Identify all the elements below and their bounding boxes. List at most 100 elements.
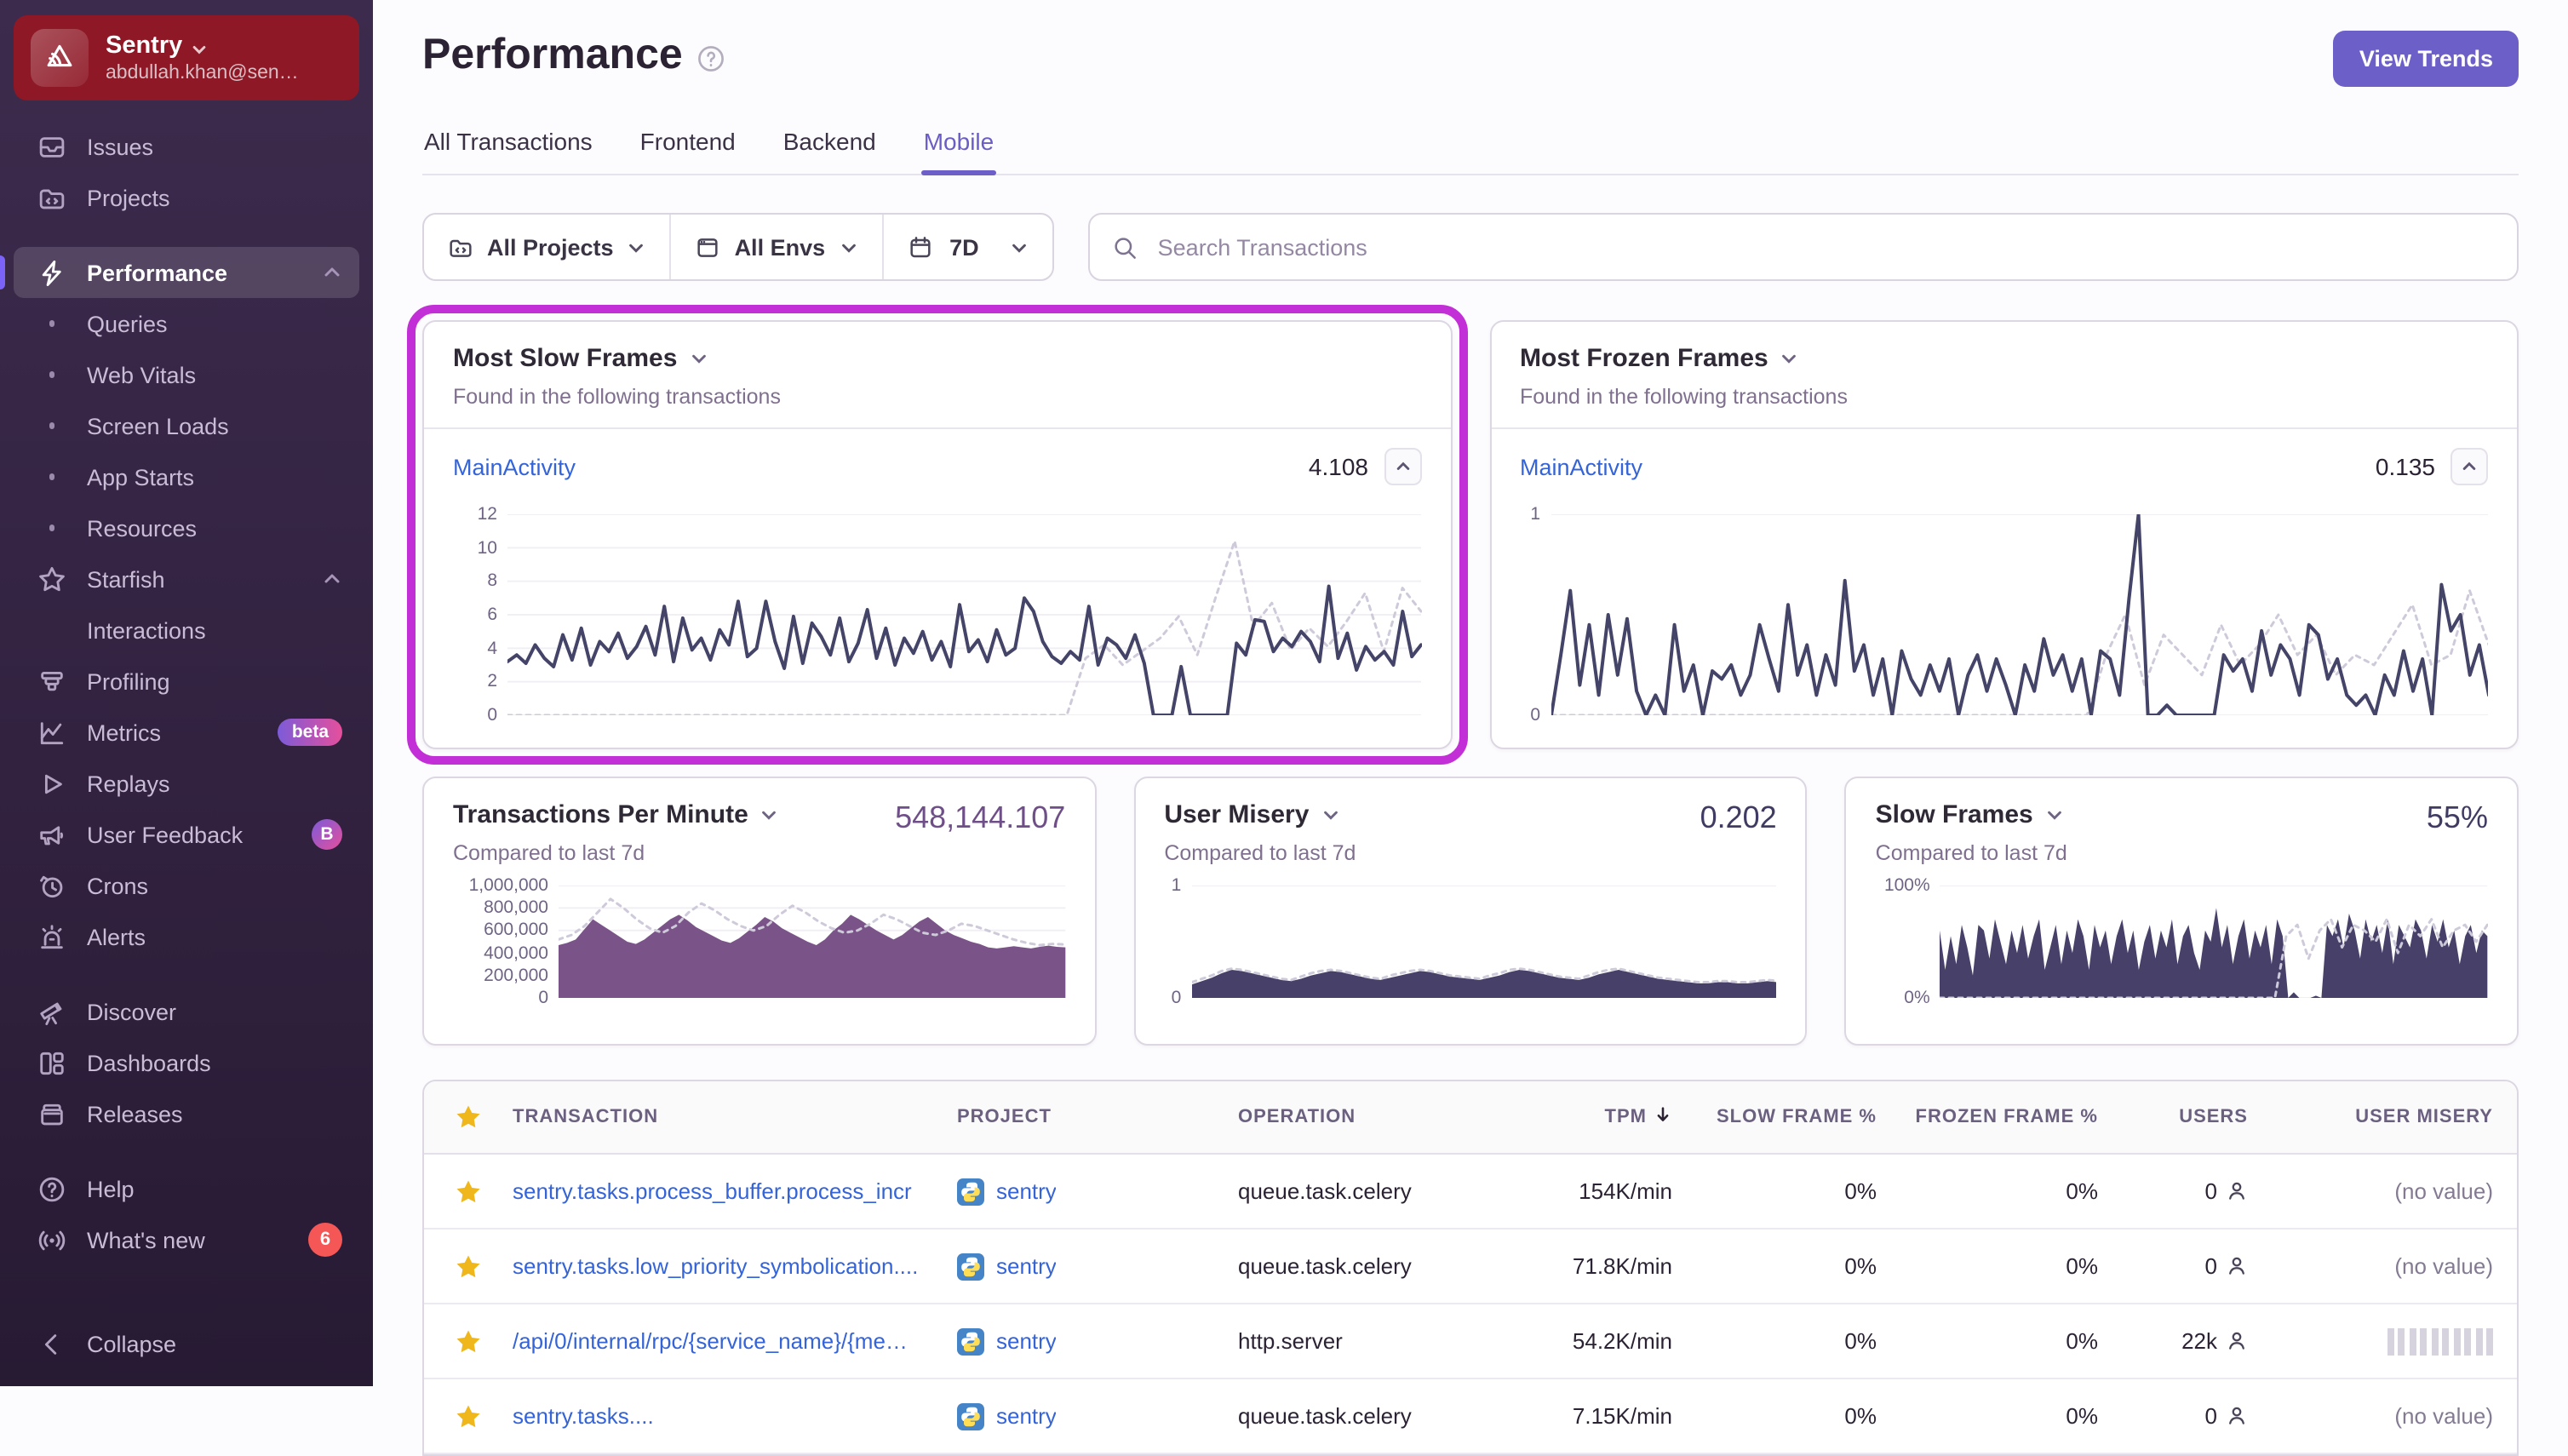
- transaction-value: 4.108: [1308, 453, 1368, 480]
- col-transaction[interactable]: TRANSACTION: [513, 1085, 957, 1149]
- sidebar-item-alerts[interactable]: Alerts: [14, 911, 359, 962]
- sidebar-item-replays[interactable]: Replays: [14, 758, 359, 809]
- col-operation[interactable]: OPERATION: [1238, 1085, 1493, 1149]
- col-frozen-frame[interactable]: FROZEN FRAME %: [1877, 1085, 2098, 1149]
- chevron-left-icon: [37, 1329, 66, 1358]
- misery-cell: (no value): [2248, 1178, 2517, 1204]
- project-link[interactable]: sentry: [996, 1403, 1057, 1429]
- frozen-frame-cell: 0%: [2066, 1403, 2098, 1429]
- sentry-logo-icon: [31, 29, 89, 87]
- search-input[interactable]: [1154, 232, 2495, 261]
- user-misery-title[interactable]: User Misery: [1164, 800, 1356, 829]
- replays-icon: [37, 769, 66, 798]
- users-cell: 0: [2098, 1253, 2248, 1279]
- slow-frames-title[interactable]: Slow Frames: [1876, 800, 2067, 829]
- sidebar-item-help[interactable]: Help: [14, 1163, 359, 1214]
- sidebar-item-performance[interactable]: Performance: [0, 247, 359, 298]
- environment-filter[interactable]: All Envs: [669, 215, 882, 279]
- sidebar-item-app-starts[interactable]: App Starts: [14, 451, 359, 502]
- slow-frames-chart[interactable]: 100% 0%: [1876, 875, 2488, 1008]
- sidebar-item-user-feedback[interactable]: User Feedback B: [14, 809, 359, 860]
- tpm-cell: 71.8K/min: [1572, 1253, 1672, 1279]
- star-icon[interactable]: [455, 1178, 482, 1205]
- sidebar-item-releases[interactable]: Releases: [14, 1088, 359, 1139]
- col-project[interactable]: PROJECT: [957, 1085, 1238, 1149]
- star-icon[interactable]: [455, 1327, 482, 1355]
- col-user-misery[interactable]: USER MISERY: [2248, 1085, 2517, 1149]
- star-icon[interactable]: [455, 1103, 482, 1131]
- sidebar-item-crons[interactable]: Crons: [14, 860, 359, 911]
- python-project-icon: [957, 1402, 984, 1430]
- sidebar-item-starfish[interactable]: Starfish: [14, 553, 359, 605]
- date-range-filter[interactable]: 7D: [881, 215, 1052, 279]
- sidebar-item-dashboards[interactable]: Dashboards: [14, 1037, 359, 1088]
- tab-all-transactions[interactable]: All Transactions: [422, 128, 594, 174]
- chevron-down-icon: [191, 37, 208, 54]
- sidebar-item-interactions[interactable]: Interactions: [14, 605, 359, 656]
- collapse-row-button[interactable]: [2450, 448, 2488, 485]
- col-slow-frame[interactable]: SLOW FRAME %: [1672, 1085, 1877, 1149]
- user-misery-value: 0.202: [1700, 800, 1777, 834]
- view-trends-button[interactable]: View Trends: [2333, 31, 2519, 87]
- star-icon[interactable]: [455, 1253, 482, 1280]
- sidebar-item-resources[interactable]: Resources: [14, 502, 359, 553]
- project-filter[interactable]: All Projects: [424, 215, 670, 279]
- sidebar-item-queries[interactable]: Queries: [14, 298, 359, 349]
- alerts-icon: [37, 922, 66, 951]
- tpm-card: Transactions Per Minute Compared to last…: [422, 777, 1097, 1046]
- transaction-link[interactable]: MainActivity: [453, 454, 576, 479]
- most-slow-frames-chart[interactable]: 12 10 8 6 4 2 0: [453, 504, 1421, 725]
- collapse-row-button[interactable]: [1384, 448, 1421, 485]
- most-frozen-frames-title[interactable]: Most Frozen Frames: [1520, 344, 2488, 373]
- transaction-link[interactable]: sentry.tasks.process_buffer.process_incr: [513, 1178, 930, 1204]
- star-icon[interactable]: [455, 1402, 482, 1430]
- chart-plot-area: [1551, 514, 2488, 715]
- sidebar-item-profiling[interactable]: Profiling: [14, 656, 359, 707]
- sidebar-item-label: Profiling: [87, 668, 170, 694]
- transaction-link[interactable]: sentry.tasks.low_priority_symbolication.…: [513, 1253, 930, 1279]
- slow-frames-value: 55%: [2426, 800, 2488, 834]
- user-misery-value: (no value): [2394, 1253, 2493, 1279]
- chevron-down-icon: [760, 805, 779, 824]
- tab-backend[interactable]: Backend: [782, 128, 878, 174]
- col-tpm[interactable]: TPM: [1493, 1083, 1672, 1151]
- sidebar-nav: Issues Projects Performance Queries Web Vita…: [0, 121, 359, 1289]
- transaction-link[interactable]: sentry.tasks....: [513, 1403, 930, 1429]
- sidebar-item-what-s-new[interactable]: What's new 6: [14, 1214, 359, 1265]
- tpm-title[interactable]: Transactions Per Minute: [453, 800, 779, 829]
- project-link[interactable]: sentry: [996, 1178, 1057, 1204]
- tpm-cell: 7.15K/min: [1572, 1403, 1672, 1429]
- org-switcher[interactable]: Sentry abdullah.khan@sen…: [14, 15, 359, 100]
- chart-y-axis: 12 10 8 6 4 2 0: [477, 504, 497, 725]
- transaction-link[interactable]: MainActivity: [1520, 454, 1642, 479]
- sidebar-item-projects[interactable]: Projects: [14, 172, 359, 223]
- sidebar-item-issues[interactable]: Issues: [14, 121, 359, 172]
- tab-mobile[interactable]: Mobile: [921, 128, 996, 175]
- most-frozen-frames-chart[interactable]: 10: [1520, 504, 2488, 725]
- bullet-icon: [37, 372, 66, 378]
- chevron-down-icon: [1010, 238, 1029, 256]
- sidebar-item-discover[interactable]: Discover: [14, 986, 359, 1037]
- col-users[interactable]: USERS: [2098, 1085, 2248, 1149]
- project-link[interactable]: sentry: [996, 1253, 1057, 1279]
- sidebar-item-metrics[interactable]: Metrics beta: [14, 707, 359, 758]
- user-icon: [2226, 1405, 2248, 1427]
- transaction-link[interactable]: /api/0/internal/rpc/{service_name}/{me…: [513, 1328, 930, 1354]
- environment-icon: [696, 234, 721, 260]
- sort-descending-icon: [1654, 1105, 1672, 1129]
- performance-icon: [37, 258, 66, 287]
- sidebar-collapse-button[interactable]: Collapse: [14, 1318, 359, 1369]
- projects-icon: [448, 234, 473, 260]
- tab-frontend[interactable]: Frontend: [639, 128, 737, 174]
- transaction-row: MainActivity 0.135: [1520, 429, 2488, 504]
- project-link[interactable]: sentry: [996, 1328, 1057, 1354]
- most-slow-frames-title[interactable]: Most Slow Frames: [453, 344, 1421, 373]
- page-filter-bar: All Projects All Envs 7D: [422, 213, 1054, 281]
- help-circle-icon[interactable]: [696, 43, 725, 72]
- sidebar-item-screen-loads[interactable]: Screen Loads: [14, 400, 359, 451]
- sidebar: Sentry abdullah.khan@sen… Issues Projects…: [0, 0, 373, 1386]
- sidebar-item-web-vitals[interactable]: Web Vitals: [14, 349, 359, 400]
- tpm-chart[interactable]: 1,000,000 800,000 600,000 400,000 200,000 0: [453, 875, 1066, 1008]
- user-misery-chart[interactable]: 10: [1164, 875, 1777, 1008]
- chevron-up-icon: [322, 569, 342, 589]
